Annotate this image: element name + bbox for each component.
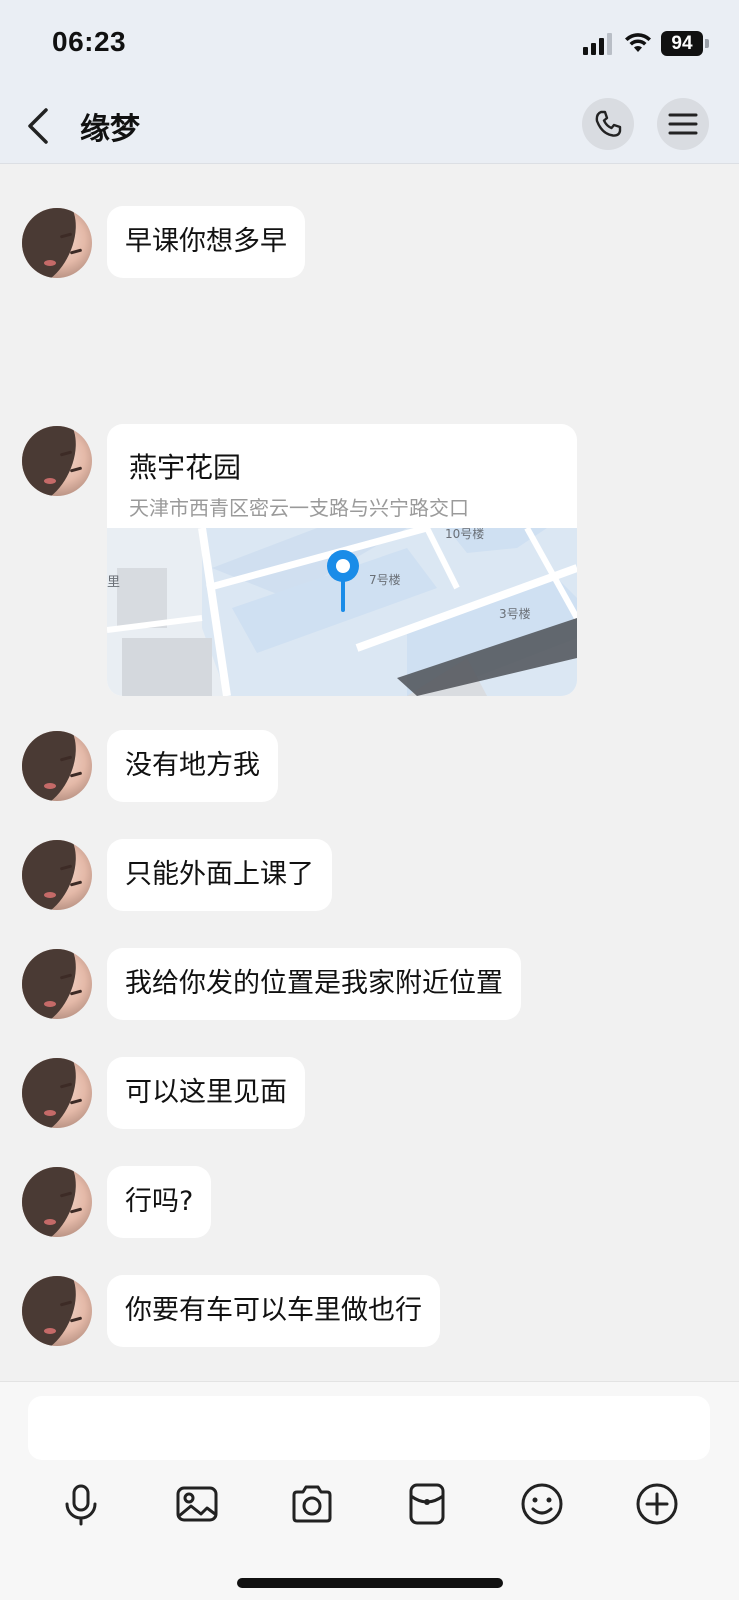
battery-tip [705, 39, 709, 48]
microphone-icon[interactable] [57, 1480, 105, 1528]
image-icon[interactable] [173, 1480, 221, 1528]
phone-icon [595, 110, 622, 137]
message-bubble[interactable]: 我给你发的位置是我家附近位置 [107, 948, 521, 1020]
avatar[interactable] [22, 731, 92, 801]
back-button[interactable] [22, 106, 56, 146]
avatar[interactable] [22, 208, 92, 278]
red-packet-icon[interactable] [403, 1480, 451, 1528]
status-time: 06:23 [52, 26, 127, 57]
map-label: 3号楼 [499, 606, 531, 621]
location-map: 10号楼 7号楼 3号楼 里 [107, 528, 577, 696]
signal-icon [583, 33, 612, 55]
emoji-icon[interactable] [518, 1480, 566, 1528]
home-indicator[interactable] [237, 1578, 503, 1588]
message-bubble[interactable]: 行吗? [107, 1166, 212, 1238]
avatar[interactable] [22, 1276, 92, 1346]
avatar[interactable] [22, 840, 92, 910]
avatar[interactable] [22, 1058, 92, 1128]
menu-button[interactable] [657, 98, 709, 150]
wifi-icon [625, 33, 651, 52]
location-name: 燕宇花园 [129, 451, 242, 484]
chat-title: 缘梦 [80, 112, 140, 147]
avatar[interactable] [22, 949, 92, 1019]
status-bar: 06:23 94 [0, 0, 739, 86]
map-label: 里 [107, 575, 120, 590]
message-bubble[interactable]: 你要有车可以车里做也行 [107, 1275, 440, 1347]
battery-icon: 94 [661, 31, 703, 56]
composer [0, 1381, 739, 1600]
location-address: 天津市西青区密云一支路与兴宁路交口 [129, 496, 469, 520]
map-label: 7号楼 [369, 572, 401, 587]
message-bubble[interactable]: 没有地方我 [107, 730, 278, 802]
menu-icon [668, 113, 698, 135]
message-bubble[interactable]: 可以这里见面 [107, 1057, 305, 1129]
location-card[interactable]: 燕宇花园 天津市西青区密云一支路与兴宁路交口 10号楼 7号楼 3号楼 里 [107, 424, 577, 696]
avatar[interactable] [22, 1167, 92, 1237]
message-bubble[interactable]: 只能外面上课了 [107, 839, 332, 911]
map-label: 10号楼 [445, 528, 484, 541]
plus-icon[interactable] [633, 1480, 681, 1528]
chat-header: 缘梦 [0, 86, 739, 164]
message-input[interactable] [28, 1396, 710, 1460]
avatar[interactable] [22, 426, 92, 496]
call-button[interactable] [582, 98, 634, 150]
message-bubble[interactable]: 早课你想多早 [107, 206, 305, 278]
camera-icon[interactable] [288, 1480, 336, 1528]
